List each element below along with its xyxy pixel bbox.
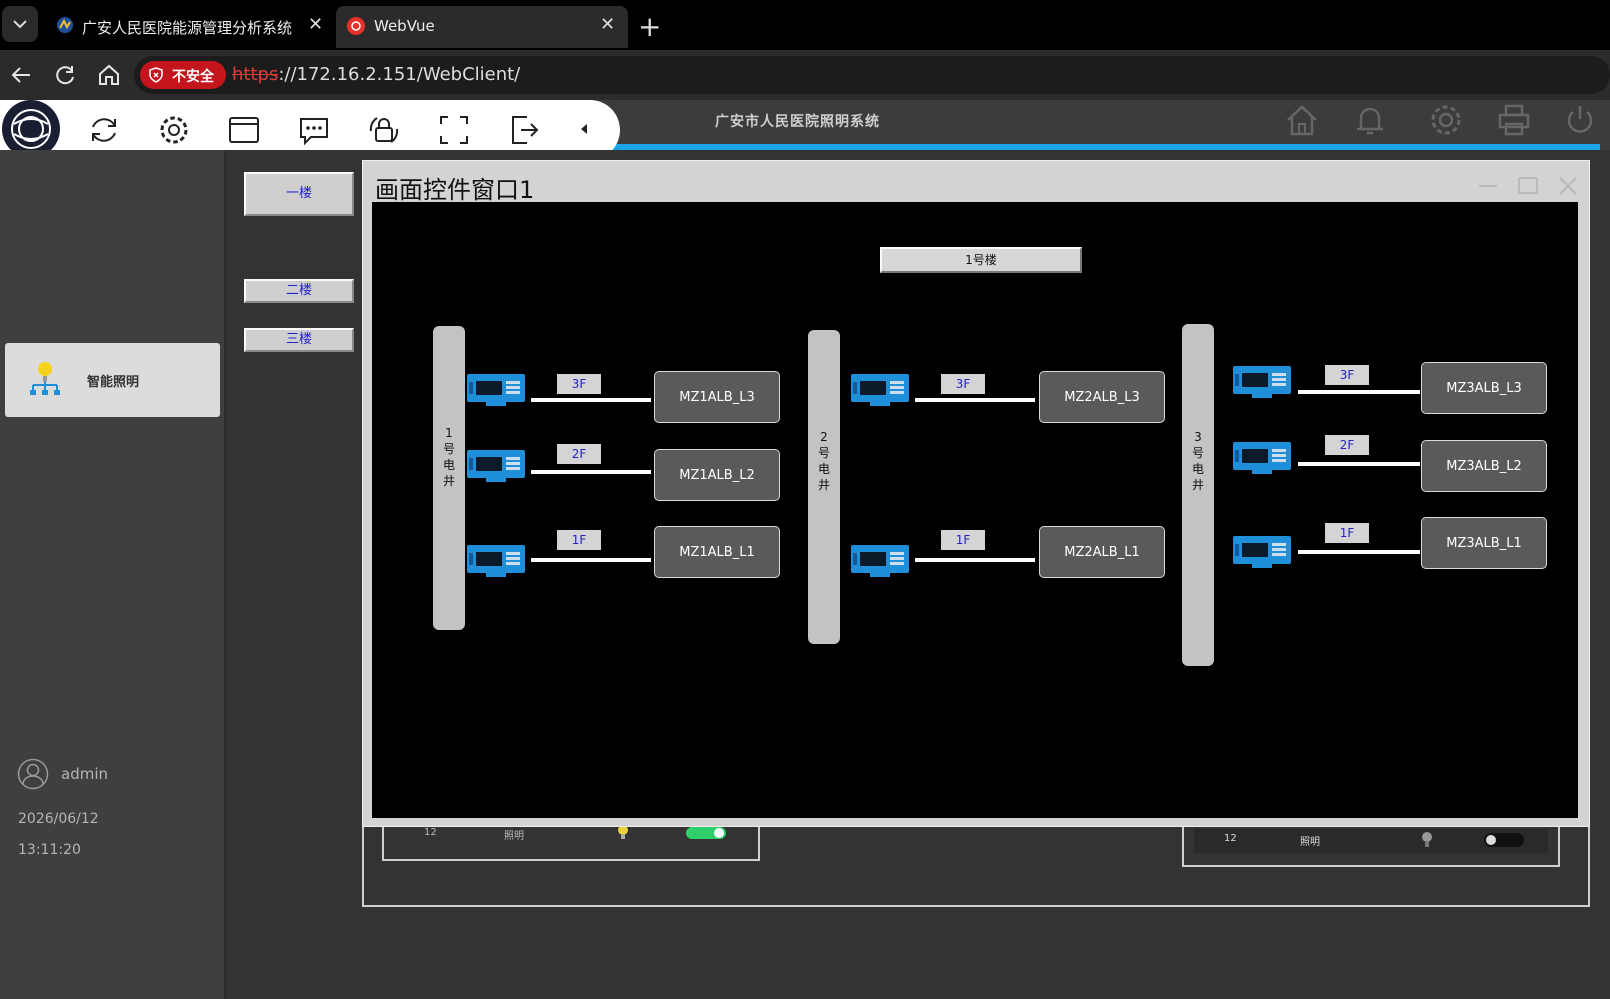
shaft-2[interactable]: 2号电井: [808, 330, 840, 644]
feeder-line: [915, 398, 1035, 402]
cabinet-MZ3ALB_L3[interactable]: MZ3ALB_L3: [1421, 362, 1547, 414]
shaft-1[interactable]: 1号电井: [433, 326, 465, 630]
home-icon[interactable]: [1284, 102, 1320, 138]
floor-tag: 2F: [557, 444, 601, 464]
power-icon[interactable]: [1562, 102, 1598, 138]
floor-button-1[interactable]: 一楼: [244, 172, 354, 216]
home-icon[interactable]: [96, 62, 122, 88]
current-date: 2026/06/12: [18, 811, 99, 827]
meter-icon[interactable]: [850, 372, 910, 408]
lock-icon[interactable]: [367, 113, 401, 147]
reload-icon[interactable]: [52, 62, 78, 88]
current-time: 13:11:20: [18, 842, 81, 858]
printer-icon[interactable]: [1496, 102, 1532, 138]
meter-icon[interactable]: [1232, 364, 1292, 400]
feeder-line: [1298, 462, 1420, 466]
bulb-off-icon: [1422, 832, 1432, 847]
tab-label: 广安人民医院能源管理分析系统: [82, 19, 293, 37]
tab-energy-system[interactable]: 广安人民医院能源管理分析系统 ✕: [44, 6, 334, 48]
floor-tag: 1F: [1325, 523, 1369, 543]
floor-tag: 2F: [1325, 435, 1369, 455]
feeder-line: [531, 398, 651, 402]
fullscreen-icon[interactable]: [437, 113, 471, 147]
meter-icon[interactable]: [466, 372, 526, 408]
user-avatar-icon: [17, 758, 49, 790]
cabinet-MZ2ALB_L3[interactable]: MZ2ALB_L3: [1039, 371, 1165, 423]
security-label: 不安全: [172, 69, 214, 85]
gear-icon[interactable]: [1428, 102, 1464, 138]
background-device-card: 12 照明: [1182, 825, 1560, 867]
light-toggle-on[interactable]: [686, 827, 726, 839]
close-icon[interactable]: [1556, 174, 1580, 198]
site-favicon-icon: [57, 17, 73, 33]
bulb-on-icon: [618, 825, 628, 839]
cabinet-MZ1ALB_L1[interactable]: MZ1ALB_L1: [654, 526, 780, 578]
light-toggle-off[interactable]: [1484, 833, 1524, 847]
feeder-line: [1298, 390, 1420, 394]
feeder-line: [531, 558, 651, 562]
meter-icon[interactable]: [1232, 440, 1292, 476]
diagram-canvas: [372, 202, 1578, 818]
floor-tag: 3F: [1325, 365, 1369, 385]
back-icon[interactable]: [8, 62, 34, 88]
cabinet-MZ1ALB_L3[interactable]: MZ1ALB_L3: [654, 371, 780, 423]
floor-tag: 1F: [941, 530, 985, 550]
username: admin: [61, 765, 108, 783]
tab-webvue[interactable]: WebVue ✕: [336, 6, 628, 48]
minimize-icon[interactable]: [1476, 174, 1500, 198]
popup-title: 画面控件窗口1: [375, 176, 535, 204]
meter-icon[interactable]: [1232, 534, 1292, 570]
shield-warning-icon: [149, 67, 163, 83]
cabinet-MZ3ALB_L1[interactable]: MZ3ALB_L1: [1421, 517, 1547, 569]
shaft-3[interactable]: 3号电井: [1182, 324, 1214, 666]
chat-icon[interactable]: [297, 113, 331, 147]
site-favicon-icon: [347, 17, 365, 35]
gear-icon[interactable]: [157, 113, 191, 147]
tab-list-button[interactable]: [2, 6, 38, 42]
feeder-line: [1298, 550, 1420, 554]
floor-button-3[interactable]: 三楼: [244, 328, 354, 352]
security-badge[interactable]: 不安全: [140, 61, 226, 89]
floor-tag: 1F: [557, 530, 601, 550]
url-text: https://172.16.2.151/WebClient/: [232, 64, 521, 85]
tab-label: WebVue: [374, 17, 435, 35]
app-title: 广安市人民医院照明系统: [715, 114, 880, 130]
meter-icon[interactable]: [466, 448, 526, 484]
background-device-card: 12 照明: [382, 825, 760, 861]
feeder-line: [915, 558, 1035, 562]
meter-icon[interactable]: [850, 543, 910, 579]
close-tab-icon[interactable]: ✕: [308, 14, 323, 35]
close-tab-icon[interactable]: ✕: [600, 14, 615, 35]
floor-tag: 3F: [557, 374, 601, 394]
sidebar-item-smart-lighting[interactable]: 智能照明: [5, 343, 220, 417]
cabinet-MZ1ALB_L2[interactable]: MZ1ALB_L2: [654, 449, 780, 501]
chevron-down-icon: [13, 20, 27, 29]
sidebar: [0, 150, 226, 999]
logout-icon[interactable]: [507, 113, 541, 147]
new-tab-icon[interactable]: +: [638, 10, 661, 43]
cabinet-MZ2ALB_L1[interactable]: MZ2ALB_L1: [1039, 526, 1165, 578]
floor-button-2[interactable]: 二楼: [244, 279, 354, 303]
cabinet-MZ3ALB_L2[interactable]: MZ3ALB_L2: [1421, 440, 1547, 492]
floor-tag: 3F: [941, 374, 985, 394]
meter-icon[interactable]: [466, 543, 526, 579]
refresh-icon[interactable]: [87, 113, 121, 147]
collapse-arrow-icon[interactable]: [578, 122, 590, 136]
building-button[interactable]: 1号楼: [880, 247, 1082, 273]
maximize-icon[interactable]: [1516, 174, 1540, 198]
bell-icon[interactable]: [1352, 102, 1388, 138]
sidebar-item-label: 智能照明: [87, 375, 140, 390]
window-icon[interactable]: [227, 113, 261, 147]
lighting-network-icon: [30, 362, 60, 395]
feeder-line: [531, 470, 651, 474]
